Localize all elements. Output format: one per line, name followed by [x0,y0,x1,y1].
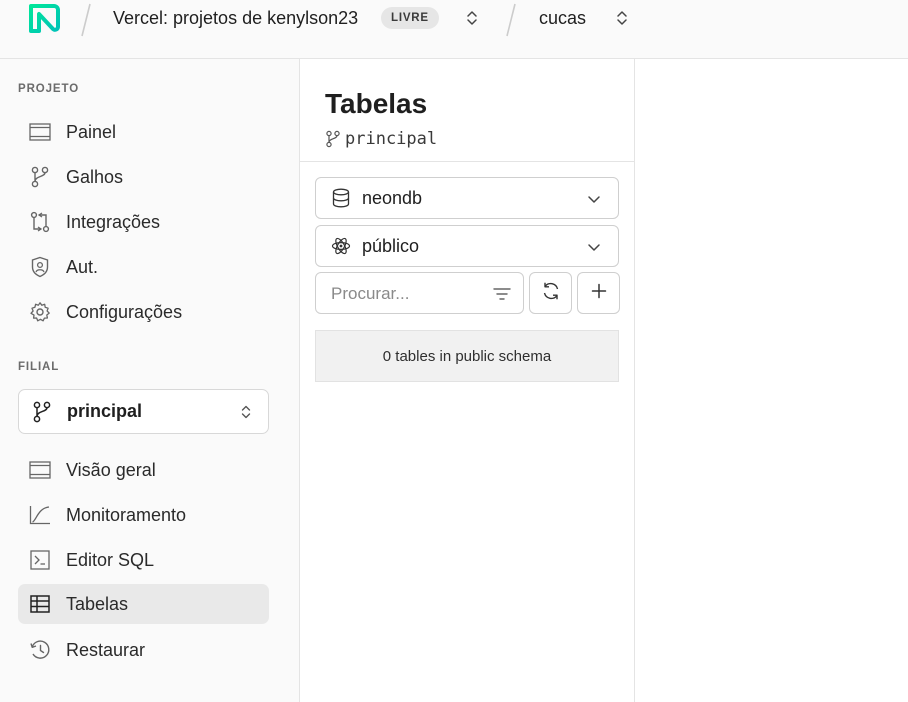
chevron-down-icon [587,192,601,204]
org-name[interactable]: Vercel: projetos de kenylson23 [113,8,358,29]
sidebar-item-painel[interactable]: Painel [18,112,269,152]
sidebar-item-label: Configurações [66,301,183,322]
shield-icon [29,256,51,278]
sidebar-item-label: Aut. [66,256,99,277]
branch-section-label: FILIAL [18,361,60,373]
branch-icon [31,401,53,423]
branch-icon [29,166,51,188]
current-branch: principal [325,129,437,149]
sidebar-item-editor-sql[interactable]: Editor SQL [18,540,269,580]
schema-select[interactable]: público [315,225,619,267]
sidebar-item-label: Tabelas [66,593,129,614]
sidebar-item-visao-geral[interactable]: Visão geral [18,450,269,490]
branch-icon [325,130,341,148]
sidebar-item-label: Editor SQL [66,549,155,570]
history-icon [29,639,51,661]
plus-icon [591,283,607,304]
breadcrumb-separator [80,2,92,38]
branch-selector-label: principal [67,401,143,421]
sidebar-item-label: Restaurar [66,639,146,660]
refresh-button[interactable] [529,272,572,314]
sidebar-item-configuracoes[interactable]: Configurações [18,292,269,332]
branch-selector[interactable]: principal [18,389,269,434]
sidebar-item-monitoramento[interactable]: Monitoramento [18,495,269,535]
integrations-icon [29,211,51,233]
schema-icon [331,236,351,256]
dashboard-icon [29,121,51,143]
empty-state-message: 0 tables in public schema [315,330,619,382]
monitoring-icon [29,504,51,526]
terminal-icon [29,549,51,571]
sidebar-item-integracoes[interactable]: Integrações [18,202,269,242]
org-switcher-chevron-icon[interactable] [465,8,479,28]
project-section-label: PROJETO [18,83,80,95]
sidebar-item-label: Painel [66,121,117,142]
sidebar-item-label: Visão geral [66,459,156,480]
sidebar-item-tabelas[interactable]: Tabelas [18,584,269,624]
sidebar-item-label: Integrações [66,211,161,232]
neon-logo-icon[interactable] [27,2,62,35]
tables-panel: Tabelas principal neondb público Procura… [300,59,635,702]
current-branch-label: principal [345,129,438,149]
plan-badge: LIVRE [381,7,439,29]
sidebar-item-restaurar[interactable]: Restaurar [18,630,269,670]
project-switcher-chevron-icon[interactable] [615,8,629,28]
page-title: Tabelas [325,88,428,119]
project-name[interactable]: cucas [539,8,586,29]
refresh-icon [541,281,561,306]
database-select[interactable]: neondb [315,177,619,219]
table-search [315,272,524,314]
sidebar-item-aut[interactable]: Aut. [18,247,269,287]
sidebar-item-galhos[interactable]: Galhos [18,157,269,197]
filter-icon[interactable] [493,285,511,303]
overview-icon [29,459,51,481]
database-icon [331,188,351,208]
add-table-button[interactable] [577,272,620,314]
chevron-up-down-icon [240,403,252,421]
gear-icon [29,301,51,323]
search-input[interactable] [331,282,481,306]
chevron-down-icon [587,240,601,252]
schema-select-value: público [362,235,420,256]
breadcrumb-separator [505,2,517,38]
sidebar-item-label: Monitoramento [66,504,187,525]
divider [300,161,634,162]
database-select-value: neondb [362,187,423,208]
sidebar: PROJETO Painel Galhos Integrações Aut. C… [0,59,300,702]
top-bar: Vercel: projetos de kenylson23 LIVRE cuc… [0,0,908,59]
table-icon [29,593,51,615]
sidebar-item-label: Galhos [66,166,124,187]
